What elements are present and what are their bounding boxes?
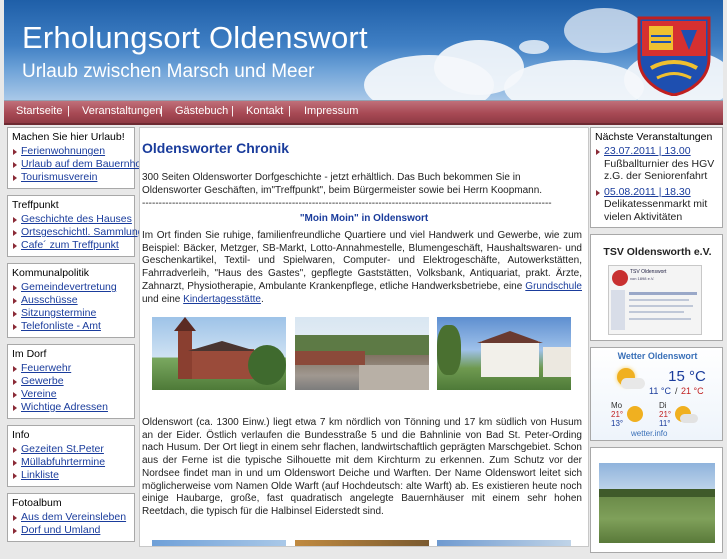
nav-separator: | — [160, 105, 163, 117]
sun-icon — [627, 406, 643, 422]
sidebar-section-title: Info — [12, 429, 30, 441]
forecast-day-1-low: 13° — [611, 419, 624, 428]
sidebar-link-tourismusverein[interactable]: Tourismusverein — [12, 171, 130, 184]
sidebar-link-vereine[interactable]: Vereine — [12, 388, 130, 401]
site-title: Erholungsort Oldenswort — [22, 20, 368, 55]
nav-separator: | — [288, 105, 291, 117]
events-title: Nächste Veranstaltungen — [595, 131, 713, 143]
forecast-day-1-high: 21° — [611, 410, 624, 419]
sidebar-link-adressen[interactable]: Wichtige Adressen — [12, 401, 130, 414]
paragraph-connector: und eine — [142, 293, 184, 305]
cloud-icon — [680, 414, 698, 423]
forecast-day-2: Di — [659, 401, 667, 410]
current-temperature: 15 °C — [668, 368, 706, 385]
left-sidebar: Machen Sie hier Urlaub! Ferienwohnungen … — [7, 127, 144, 548]
sidebar-link-dorf-umland[interactable]: Dorf und Umland — [12, 524, 130, 537]
sidebar-link-ausschuesse[interactable]: Ausschüsse — [12, 294, 130, 307]
church-photo — [152, 317, 286, 390]
sidebar-section-urlaub: Machen Sie hier Urlaub! Ferienwohnungen … — [7, 127, 144, 189]
divider-line: ----------------------------------------… — [142, 198, 552, 209]
weather-title: Wetter Oldenswort — [617, 351, 698, 361]
paragraph-end: . — [260, 293, 264, 305]
site-header: Erholungsort Oldenswort Urlaub zwischen … — [4, 0, 723, 101]
event-description: Delikatessenmarkt mit vielen Aktivitäten — [604, 198, 708, 223]
kindertagesstaette-link[interactable]: Kindertagesstätte — [183, 294, 261, 305]
grundschule-link[interactable]: Grundschule — [525, 281, 582, 292]
intro-paragraph-text: Im Ort finden Sie ruhige, familienfreund… — [142, 230, 582, 292]
sidebar-link-gemeindevertretung[interactable]: Gemeindevertretung — [12, 281, 130, 294]
sidebar-link-geschichte[interactable]: Geschichte des Hauses — [12, 213, 132, 226]
forecast-day-2-high: 21° — [659, 410, 672, 419]
sidebar-link-feuerwehr[interactable]: Feuerwehr — [12, 362, 130, 375]
event-item: 05.08.2011 | 18.30 Delikatessenmarkt mit… — [595, 186, 718, 224]
landscape-photo-box — [590, 447, 723, 553]
main-content: Oldensworter Chronik 300 Seiten Oldenswo… — [139, 127, 589, 547]
sidebar-link-sitzungstermine[interactable]: Sitzungstermine — [12, 307, 130, 320]
nav-gaestebuch[interactable]: Gästebuch — [175, 105, 228, 117]
sidebar-link-linkliste[interactable]: Linkliste — [12, 469, 130, 482]
event-description: Fußballturnier des HGV z.G. der Senioren… — [604, 157, 715, 183]
sidebar-section-title: Im Dorf — [12, 348, 47, 360]
temp-high: 21 °C — [681, 386, 704, 396]
bottom-photo-2 — [295, 540, 429, 546]
sidebar-section-kommunalpolitik: Kommunalpolitik Gemeindevertretung Aussc… — [7, 263, 135, 338]
cloud-icon — [621, 378, 645, 389]
bottom-photo-1 — [152, 540, 286, 546]
sidebar-section-title: Fotoalbum — [12, 497, 62, 509]
forecast-day-1: Mo — [611, 401, 623, 410]
sidebar-section-treffpunkt: Treffpunkt Geschichte des Hauses Ortsges… — [7, 195, 144, 257]
sidebar-link-ferienwohnungen[interactable]: Ferienwohnungen — [12, 145, 130, 158]
club-website-thumbnail[interactable]: TSV Oldenswort von 1898 e.V. — [608, 265, 702, 335]
club-box: TSV Oldensworth e.V. TSV Oldenswort von … — [590, 234, 723, 341]
landscape-photo — [599, 463, 715, 543]
club-title: TSV Oldensworth e.V. — [603, 246, 712, 258]
bottom-photo-3 — [437, 540, 571, 546]
weather-source-link[interactable]: wetter.info — [631, 429, 667, 438]
thumbnail-subtitle: von 1898 e.V. — [630, 276, 655, 281]
sidebar-section-title: Treffpunkt — [12, 199, 59, 211]
sidebar-link-gezeiten[interactable]: Gezeiten St.Peter — [12, 443, 130, 456]
club-logo-icon — [612, 270, 628, 286]
nav-veranstaltungen[interactable]: Veranstaltungen — [82, 105, 162, 117]
sidebar-link-cafe[interactable]: Cafe´ zum Treffpunkt — [12, 239, 130, 252]
events-box: Nächste Veranstaltungen 23.07.2011 | 13.… — [590, 127, 723, 228]
forecast-day-2-low: 11° — [659, 419, 671, 428]
nav-kontakt[interactable]: Kontakt — [246, 105, 283, 117]
intro-text: 300 Seiten Oldensworter Dorfgeschichte -… — [142, 172, 543, 196]
sidebar-link-sammlung[interactable]: Ortsgeschichtl. Sammlung — [12, 226, 144, 239]
sidebar-section-info: Info Gezeiten St.Peter Müllabfuhrtermine… — [7, 425, 135, 487]
nav-impressum[interactable]: Impressum — [304, 105, 358, 117]
thumbnail-title: TSV Oldenswort — [630, 269, 667, 275]
event-date-link[interactable]: 05.08.2011 | 18.30 — [604, 186, 718, 199]
sidebar-link-vereinsleben[interactable]: Aus dem Vereinsleben — [12, 511, 130, 524]
sidebar-section-title: Machen Sie hier Urlaub! — [12, 131, 125, 143]
nav-separator: | — [67, 105, 70, 117]
nav-separator: | — [231, 105, 234, 117]
sidebar-link-gewerbe[interactable]: Gewerbe — [12, 375, 130, 388]
intro-paragraph: Im Ort finden Sie ruhige, familienfreund… — [142, 230, 582, 306]
bullet-arrow-icon — [596, 149, 600, 155]
event-date-link[interactable]: 23.07.2011 | 13.00 — [604, 145, 718, 158]
sidebar-section-title: Kommunalpolitik — [12, 267, 90, 279]
sidebar-link-muellabfuhr[interactable]: Müllabfuhrtermine — [12, 456, 130, 469]
sidebar-link-bauernhof[interactable]: Urlaub auf dem Bauernhof — [12, 158, 144, 171]
nav-startseite[interactable]: Startseite — [16, 105, 62, 117]
page-title: Oldensworter Chronik — [142, 140, 290, 156]
site-subtitle: Urlaub zwischen Marsch und Meer — [22, 61, 315, 82]
sidebar-link-telefonliste[interactable]: Telefonliste - Amt — [12, 320, 130, 333]
village-street-photo — [295, 317, 429, 390]
sidebar-section-fotoalbum: Fotoalbum Aus dem Vereinsleben Dorf und … — [7, 493, 135, 542]
event-item: 23.07.2011 | 13.00 Fußballturnier des HG… — [595, 145, 718, 183]
main-navigation: Startseite | Veranstaltungen | Gästebuch… — [4, 101, 723, 125]
description-paragraph: Oldenswort (ca. 1300 Einw.) liegt etwa 7… — [142, 417, 582, 517]
sidebar-section-im-dorf: Im Dorf Feuerwehr Gewerbe Vereine Wichti… — [7, 344, 135, 419]
coat-of-arms-icon — [637, 16, 711, 96]
bullet-arrow-icon — [596, 189, 600, 196]
temp-low: 11 °C — [649, 386, 671, 396]
weather-widget[interactable]: Wetter Oldenswort 15 °C 11 °C / 21 °C Mo… — [590, 347, 723, 441]
manor-house-photo — [437, 317, 571, 390]
right-sidebar: Nächste Veranstaltungen 23.07.2011 | 13.… — [590, 127, 723, 559]
moin-heading: "Moin Moin" in Oldenswort — [299, 213, 429, 224]
